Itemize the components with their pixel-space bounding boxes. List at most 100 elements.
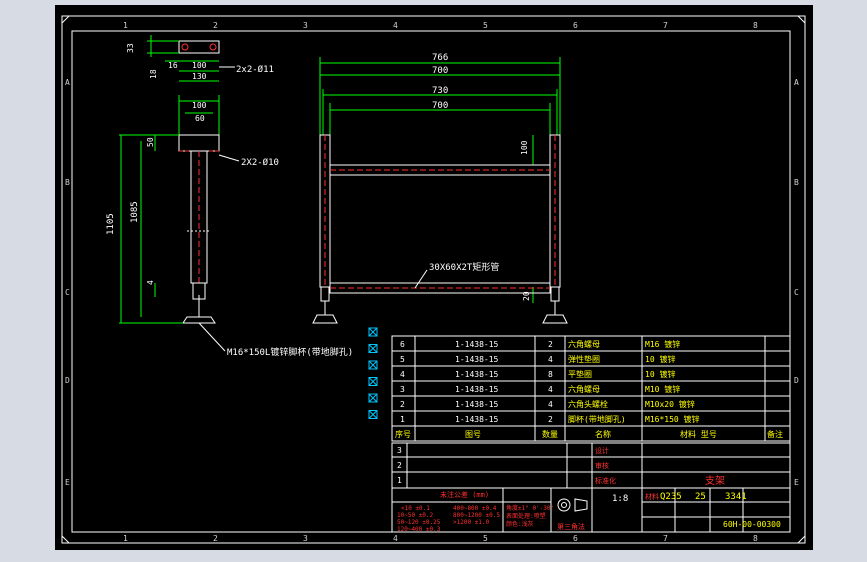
dim-33: 33: [126, 43, 135, 53]
zone-letter-right-B: B: [794, 178, 799, 187]
top-plate: [178, 40, 220, 54]
drawing-svg: 12345678 12345678 ABCDE ABCDE 33 16 18 1…: [61, 15, 806, 544]
bom-material: 10 镀锌: [645, 354, 675, 364]
bom-header-name: 名称: [595, 429, 611, 439]
zone-number-bottom-4: 4: [393, 534, 398, 543]
tol-row-3: 50~120 ±0.25: [397, 519, 441, 526]
grip-marker-icon[interactable]: [368, 393, 378, 403]
zone-letter-left-D: D: [65, 376, 70, 385]
drawing-no: 60H-00-00300: [723, 520, 781, 529]
bom-material: 10 镀锌: [645, 369, 675, 379]
bom-header-remark: 备注: [767, 429, 783, 439]
tol-row-7: >1200 ±1.0: [453, 519, 490, 526]
zone-numbers-bottom: 1 2 3 4 5 6 7 8: [123, 534, 758, 543]
bom-code: 1-1438-15: [455, 415, 499, 424]
zone-number-top-5: 5: [483, 21, 488, 30]
zone-letter-left-C: C: [65, 288, 70, 297]
tol-row-5: 400~800 ±0.4: [453, 505, 497, 512]
bom-code: 1-1438-15: [455, 355, 499, 364]
angle-tol: 角度±1° 0'-30': [506, 504, 554, 512]
dim-4: 4: [146, 280, 155, 285]
bom-name: 六角头螺栓: [568, 399, 608, 409]
projection-symbol-icon: [557, 498, 588, 512]
bom-code: 1-1438-15: [455, 400, 499, 409]
dim-60: 60: [195, 114, 205, 123]
bom-name: 六角螺母: [568, 384, 600, 394]
label-holes: 2x2-Ø11: [236, 64, 274, 75]
bom-no: 2: [400, 400, 405, 409]
bom-qty: 2: [548, 415, 553, 424]
zone-letter-left-B: B: [65, 178, 70, 187]
cell-review: 审核: [595, 461, 609, 470]
bom-name: 弹性垫圈: [568, 354, 600, 364]
code: 3341: [725, 492, 747, 502]
drawing-canvas[interactable]: 12345678 12345678 ABCDE ABCDE 33 16 18 1…: [55, 5, 813, 550]
bom-qty: 4: [548, 385, 553, 394]
rev-label-1: 1: [397, 476, 402, 485]
dim-700-a: 700: [432, 66, 448, 76]
zone-letter-left-A: A: [65, 78, 70, 87]
zone-number-bottom-2: 2: [213, 534, 218, 543]
zone-number-top-7: 7: [663, 21, 668, 30]
tol-header: 未注公差 (mm): [440, 490, 489, 499]
tol-row-2: 10~50 ±0.2: [397, 512, 434, 519]
bom-name: 平垫圈: [568, 369, 592, 379]
dim-50: 50: [146, 137, 155, 147]
cell-design: 设计: [595, 446, 609, 455]
zone-number-top-8: 8: [753, 21, 758, 30]
dim-700-b: 700: [432, 101, 448, 111]
material-value: Q235: [660, 492, 682, 502]
label-foot: M16*150L镀锌脚杯(带地脚孔): [227, 346, 353, 358]
zone-number-top-2: 2: [213, 21, 218, 30]
dim-100: 100: [520, 140, 529, 155]
cell-standard: 标准化: [595, 476, 616, 485]
bom-material: M10 镀锌: [645, 384, 680, 394]
zone-letter-right-A: A: [794, 78, 799, 87]
zone-letters-right: A B C D E: [794, 78, 799, 487]
view-label: 第三角法: [557, 522, 585, 531]
zone-number-bottom-1: 1: [123, 534, 128, 543]
scale: 1:8: [612, 494, 628, 504]
bom-header-no: 序号: [395, 429, 411, 439]
bom-markers: [368, 327, 378, 419]
side-view: 33 16 18 100 130 100 60 2x2-Ø11 2X2-Ø10 …: [106, 35, 353, 358]
dim-1105: 1105: [106, 213, 116, 235]
drawing-title: 支架: [705, 475, 725, 487]
zone-number-top-3: 3: [303, 21, 308, 30]
dim-16: 16: [168, 61, 178, 70]
cad-viewport: 12345678 12345678 ABCDE ABCDE 33 16 18 1…: [0, 0, 867, 562]
bom-no: 6: [400, 340, 405, 349]
bom-header-qty: 数量: [542, 429, 558, 439]
grip-marker-icon[interactable]: [368, 377, 378, 386]
bom-qty: 4: [548, 355, 553, 364]
zone-number-bottom-8: 8: [753, 534, 758, 543]
dim-730: 730: [432, 86, 448, 96]
dim-18: 18: [149, 69, 158, 79]
dim-100-b: 100: [192, 101, 207, 110]
bom-qty: 8: [548, 370, 553, 379]
grip-marker-icon[interactable]: [368, 344, 378, 353]
tol-row-6: 800~1200 ±0.5: [453, 512, 500, 519]
bom-no: 4: [400, 370, 405, 379]
rev-label-2: 2: [397, 461, 402, 470]
label-plate: 2X2-Ø10: [241, 157, 279, 168]
surface: 表面处理:喷塑: [506, 512, 546, 520]
dim-100-a: 100: [192, 61, 207, 70]
grip-marker-icon[interactable]: [368, 327, 378, 337]
bom-code: 1-1438-15: [455, 370, 499, 379]
dim-1085: 1085: [130, 201, 140, 223]
title-block: 3 2 1 设计 审核 标准化 支架 未注公差 (mm) <10 ±0.1 10…: [391, 442, 791, 533]
bom-material: M10x20 镀锌: [645, 399, 695, 409]
zone-letter-right-D: D: [794, 376, 799, 385]
bom-code: 1-1438-15: [455, 340, 499, 349]
foot-right: [542, 314, 568, 324]
zone-number-bottom-5: 5: [483, 534, 488, 543]
bom-name: 六角螺母: [568, 339, 600, 349]
zone-number-bottom-3: 3: [303, 534, 308, 543]
grip-marker-icon[interactable]: [368, 410, 378, 419]
label-tube: 30X60X2T矩形管: [429, 261, 499, 273]
weight: 25: [695, 492, 706, 502]
tol-row-1: <10 ±0.1: [401, 505, 430, 512]
grip-marker-icon[interactable]: [368, 360, 378, 370]
zone-letter-right-C: C: [794, 288, 799, 297]
